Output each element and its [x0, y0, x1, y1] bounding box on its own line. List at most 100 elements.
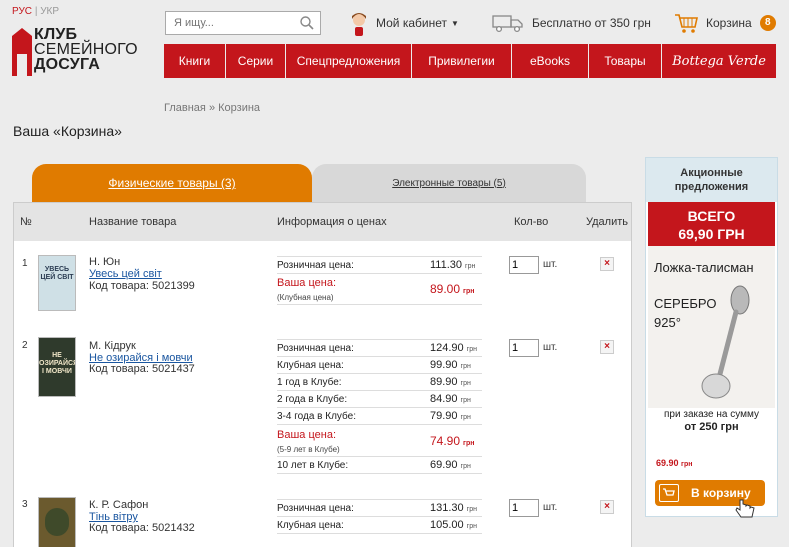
book-cover-image[interactable]: НЕ ОЗИРАЙСЯ І МОВЧИ — [38, 337, 76, 397]
free-shipping-info[interactable]: Бесплатно от 350 грн — [492, 10, 651, 36]
nav-item-ebooks[interactable]: eBooks — [512, 44, 589, 78]
promo-product-name: Ложка-талисман — [654, 260, 754, 275]
price-label: 2 года в Клубе: — [277, 394, 348, 405]
search-input[interactable] — [166, 12, 290, 34]
lang-ua-link[interactable]: УКР — [40, 6, 59, 17]
col-num-header: № — [20, 216, 32, 228]
price-unit: грн — [465, 263, 476, 270]
nav-item-series[interactable]: Серии — [226, 44, 286, 78]
user-avatar-icon — [352, 13, 366, 36]
row-number: 3 — [22, 499, 28, 510]
promo-price: 69.90 грн — [656, 458, 692, 468]
price-value: 89.90 грн — [430, 376, 471, 388]
house-logo-icon — [12, 28, 32, 76]
your-price-note: (5-9 лет в Клубе) — [277, 445, 340, 454]
promo-price-unit: грн — [681, 461, 693, 468]
quantity-input[interactable] — [509, 339, 539, 357]
quantity-input[interactable] — [509, 499, 539, 517]
search-box — [165, 11, 321, 35]
promo-total-banner: ВСЕГО 69,90 ГРН — [648, 202, 775, 246]
price-unit: грн — [460, 463, 471, 470]
site-logo[interactable]: КЛУБ СЕМЕЙНОГО ДОСУГА — [12, 26, 152, 78]
item-code: Код товара: 5021432 — [89, 522, 195, 534]
shopping-cart-icon — [675, 14, 698, 33]
breadcrumb-home-link[interactable]: Главная — [164, 102, 206, 114]
price-label: Клубная цена: — [277, 360, 344, 371]
price-value: 131.30 грн — [430, 502, 477, 514]
logo-line-3: ДОСУГА — [34, 56, 100, 73]
delete-item-button[interactable]: × — [600, 340, 614, 354]
price-unit: грн — [460, 397, 471, 404]
chevron-down-icon: ▼ — [451, 18, 459, 28]
page-title: Ваша «Корзина» — [13, 123, 122, 139]
price-amount: 105.00 — [430, 519, 464, 531]
book-cover-art — [45, 508, 69, 536]
delete-item-button[interactable]: × — [600, 257, 614, 271]
price-amount: 124.90 — [430, 342, 464, 354]
account-menu[interactable]: Мой кабинет ▼ — [348, 10, 459, 36]
row-number: 1 — [22, 258, 28, 269]
quantity-unit: шт. — [543, 342, 558, 353]
price-divider — [277, 499, 482, 500]
promo-product-material: СЕРЕБРО 925° — [654, 294, 716, 332]
header-cart-label: Корзина — [706, 16, 752, 30]
price-amount: 79.90 — [430, 410, 458, 422]
your-price-unit: грн — [463, 440, 475, 447]
quantity-input[interactable] — [509, 256, 539, 274]
your-price-amount: 74.90 — [430, 434, 461, 448]
your-price-note: (Клубная цена) — [277, 293, 334, 302]
nav-item-books[interactable]: Книги — [164, 44, 226, 78]
price-label: Розничная цена: — [277, 503, 354, 514]
your-price-value: 74.90 грн — [430, 434, 474, 448]
nav-item-bottega-verde[interactable]: Bottega Verde — [662, 44, 776, 78]
promo-condition-amount: от 250 грн — [684, 421, 739, 433]
price-divider — [277, 390, 482, 391]
nav-item-goods[interactable]: Товары — [589, 44, 662, 78]
price-divider — [277, 533, 482, 534]
logo-line-1: КЛУБ — [34, 26, 78, 43]
account-label: Мой кабинет — [376, 16, 448, 30]
price-unit: грн — [460, 414, 471, 421]
free-shipping-label: Бесплатно от 350 грн — [532, 16, 651, 30]
cart-table: № Название товара Информация о ценах Кол… — [13, 202, 632, 547]
lang-separator: | — [34, 6, 38, 17]
your-price-amount: 89.00 — [430, 282, 461, 296]
price-divider — [277, 273, 482, 274]
price-value: 111.30 грн — [430, 259, 475, 271]
nav-item-special-offers[interactable]: Спецпредложения — [286, 44, 412, 78]
price-divider — [277, 516, 482, 517]
header-cart-link[interactable]: Корзина 8 — [674, 10, 776, 36]
book-cover-image[interactable] — [38, 497, 76, 547]
price-divider — [277, 456, 482, 457]
price-value: 105.00 грн — [430, 519, 477, 531]
lang-ru-link[interactable]: РУС — [12, 6, 32, 17]
promo-condition: при заказе на сумму от 250 грн — [648, 408, 775, 434]
book-cover-text: НЕ ОЗИРАЙСЯ І МОВЧИ — [39, 352, 76, 375]
price-label: 10 лет в Клубе: — [277, 460, 349, 471]
promo-banner[interactable]: Акционные предложения ВСЕГО 69,90 ГРН Ло… — [645, 157, 778, 518]
language-switch: РУС | УКР — [12, 6, 59, 17]
logo-text: КЛУБ СЕМЕЙНОГО ДОСУГА — [34, 26, 138, 73]
your-price-value: 89.00 грн — [430, 282, 474, 296]
tab-physical-goods[interactable]: Физические товары (3) — [32, 164, 312, 202]
price-unit: грн — [466, 346, 477, 353]
item-title-link[interactable]: Увесь цей світ — [89, 268, 162, 280]
price-value: 124.90 грн — [430, 342, 477, 354]
book-cover-image[interactable]: УВЕСЬ ЦЕЙ СВІТ — [38, 255, 76, 311]
price-amount: 89.90 — [430, 376, 458, 388]
tab-electronic-goods[interactable]: Электронные товары (5) — [312, 164, 586, 202]
delete-item-button[interactable]: × — [600, 500, 614, 514]
price-divider — [277, 473, 482, 474]
price-divider — [277, 424, 482, 425]
nav-item-privileges[interactable]: Привилегии — [412, 44, 512, 78]
price-divider — [277, 407, 482, 408]
price-value: 99.90 грн — [430, 359, 471, 371]
your-price-unit: грн — [463, 288, 475, 295]
search-icon[interactable] — [300, 16, 314, 30]
item-author: Н. Юн — [89, 256, 121, 268]
promo-price-amount: 69.90 — [656, 458, 679, 468]
book-cover-text: УВЕСЬ ЦЕЙ СВІТ — [40, 266, 74, 281]
price-amount: 111.30 — [430, 259, 463, 271]
price-value: 69.90 грн — [430, 459, 471, 471]
price-label: Клубная цена: — [277, 520, 344, 531]
